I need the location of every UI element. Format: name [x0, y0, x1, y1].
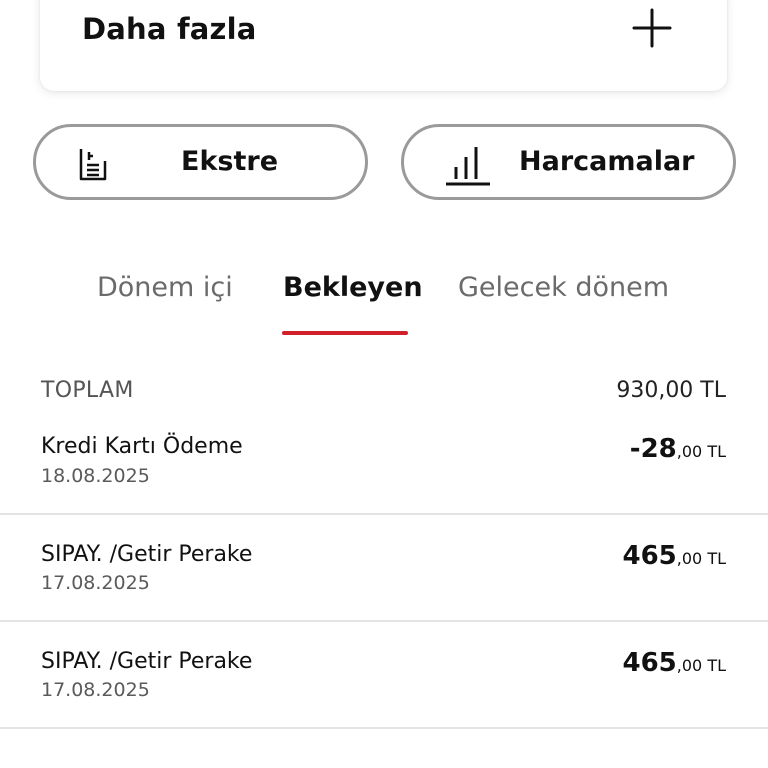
transaction-date: 18.08.2025 — [41, 465, 150, 487]
tab-next-period[interactable]: Gelecek dönem — [458, 268, 669, 308]
total-label: TOPLAM — [41, 378, 134, 403]
transaction-date: 17.08.2025 — [41, 679, 150, 701]
more-label: Daha fazla — [82, 12, 257, 46]
amount-integer: 465 — [622, 648, 677, 678]
transaction-amount: 465,00 TL — [623, 648, 727, 678]
plus-icon[interactable] — [632, 8, 672, 48]
transaction-title: SIPAY. /Getir Perake — [41, 649, 253, 674]
amount-decimal: ,00 TL — [676, 442, 726, 461]
total-value: 930,00 TL — [616, 378, 726, 403]
row-divider — [0, 727, 768, 729]
amount-integer: 465 — [622, 541, 677, 571]
transaction-row[interactable]: Kredi Kartı Ödeme 18.08.2025 -28,00 TL — [0, 420, 768, 514]
statement-button[interactable]: Ekstre — [33, 124, 368, 200]
transaction-row[interactable]: SIPAY. /Getir Perake 17.08.2025 465,00 T… — [0, 515, 768, 621]
document-icon — [79, 149, 107, 181]
transaction-amount: -28,00 TL — [630, 434, 726, 464]
statement-label: Ekstre — [181, 146, 279, 177]
tab-pending[interactable]: Bekleyen — [283, 268, 423, 308]
tab-current-period[interactable]: Dönem içi — [97, 268, 233, 308]
amount-decimal: ,00 TL — [676, 656, 726, 675]
spending-button[interactable]: Harcamalar — [401, 124, 736, 200]
period-tabs: Dönem içi Bekleyen Gelecek dönem — [0, 268, 768, 338]
transaction-title: Kredi Kartı Ödeme — [41, 434, 243, 459]
transaction-row[interactable]: SIPAY. /Getir Perake 17.08.2025 465,00 T… — [0, 622, 768, 728]
bar-chart-icon — [446, 147, 490, 186]
spending-label: Harcamalar — [519, 146, 695, 177]
transaction-date: 17.08.2025 — [41, 572, 150, 594]
active-tab-indicator — [282, 331, 408, 335]
transaction-amount: 465,00 TL — [623, 541, 727, 571]
more-card[interactable]: Daha fazla — [40, 0, 727, 91]
amount-integer: -28 — [629, 434, 677, 464]
transaction-title: SIPAY. /Getir Perake — [41, 542, 253, 567]
amount-decimal: ,00 TL — [676, 549, 726, 568]
pending-transactions-screen: Daha fazla Ekstre Harcamalar Dönem içi B — [0, 0, 768, 768]
